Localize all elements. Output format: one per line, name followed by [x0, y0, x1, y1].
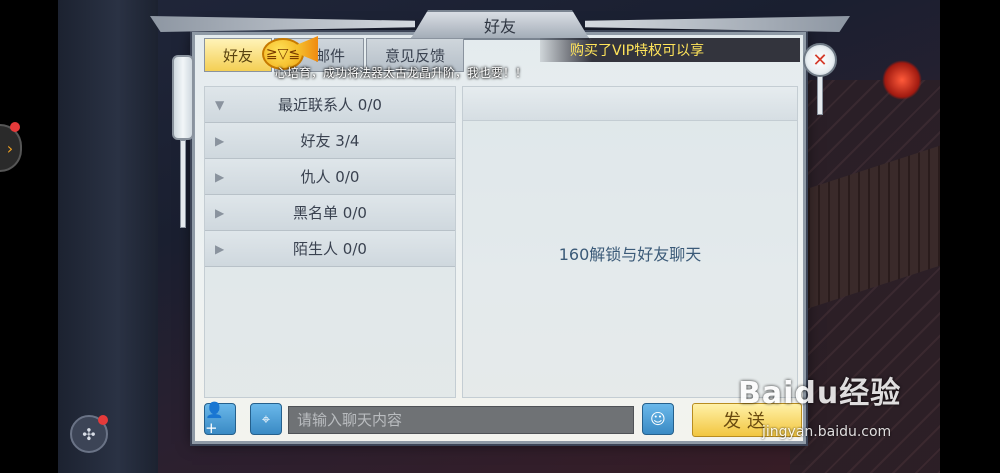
chat-lock-message: 160解锁与好友聊天 [558, 245, 702, 264]
chat-body: 160解锁与好友聊天 [463, 121, 797, 397]
baidu-watermark: Baidu经验 jingyan.baidu.com [738, 368, 938, 448]
group-friends[interactable]: ▶ 好友 3/4 [205, 123, 455, 159]
chat-header [463, 87, 797, 121]
chevron-right-icon: › [6, 138, 14, 158]
notification-dot [98, 415, 108, 425]
chevron-right-icon: ▶ [215, 169, 225, 184]
chevron-right-icon: ▶ [215, 241, 225, 256]
add-friend-button[interactable]: 👤+ [204, 401, 236, 437]
tab-label: 意见反馈 [385, 46, 446, 65]
letterbox-right [940, 0, 1000, 473]
scroll-ornament-stick [180, 140, 186, 228]
notification-dot [10, 122, 20, 132]
letterbox-left [0, 0, 58, 473]
dialog-title: 好友 [410, 10, 590, 40]
scrolling-announcement: 心培育，成功将法器太古龙晶升阶，我也要！！ [275, 64, 575, 84]
group-label: 好友 3/4 [300, 132, 360, 150]
group-label: 陌生人 0/0 [293, 240, 367, 258]
emoji-icon: ☺ [650, 410, 666, 428]
chat-input[interactable] [288, 406, 634, 434]
group-enemies[interactable]: ▶ 仇人 0/0 [205, 159, 455, 195]
tab-label: 好友 [223, 46, 254, 65]
scroll-ornament-left [172, 55, 194, 140]
vip-announcement-text: 购买了VIP特权可以享 [570, 43, 705, 59]
vip-announcement: 购买了VIP特权可以享 [540, 38, 800, 62]
friend-group-list: ▼ 最近联系人 0/0 ▶ 好友 3/4 ▶ 仇人 0/0 ▶ 黑名单 0/0 … [204, 86, 456, 398]
group-label: 最近联系人 0/0 [278, 96, 382, 114]
scroll-ornament-stick-right [817, 75, 823, 115]
chat-input-bar: 👤+ ⌖ ☺ 发送 [204, 401, 804, 439]
close-button[interactable]: ✕ [803, 43, 837, 77]
scene-lantern [882, 60, 922, 100]
group-blacklist[interactable]: ▶ 黑名单 0/0 [205, 195, 455, 231]
scene-pillar [58, 0, 158, 473]
group-strangers[interactable]: ▶ 陌生人 0/0 [205, 231, 455, 267]
scrolling-announcement-text: 心培育，成功将法器太古龙晶升阶，我也要！！ [275, 66, 528, 80]
chat-panel: 160解锁与好友聊天 [462, 86, 798, 398]
chevron-right-icon: ▶ [215, 205, 225, 220]
emoji-button[interactable]: ☺ [642, 403, 674, 435]
watermark-url: jingyan.baidu.com [762, 424, 892, 440]
add-friend-icon: 👤+ [205, 401, 224, 437]
tab-label: 邮件 [315, 46, 346, 65]
chevron-right-icon: ▶ [215, 133, 225, 148]
watermark-logo: Baidu经验 [738, 376, 902, 411]
dialog-title-text: 好友 [483, 17, 516, 36]
group-label: 仇人 0/0 [300, 168, 360, 186]
collapse-icon: ✣ [82, 424, 96, 444]
close-icon: ✕ [812, 49, 828, 71]
location-icon: ⌖ [261, 410, 271, 428]
group-recent-contacts[interactable]: ▼ 最近联系人 0/0 [205, 87, 455, 123]
chevron-down-icon: ▼ [215, 97, 225, 112]
location-button[interactable]: ⌖ [250, 403, 282, 435]
group-label: 黑名单 0/0 [293, 204, 367, 222]
